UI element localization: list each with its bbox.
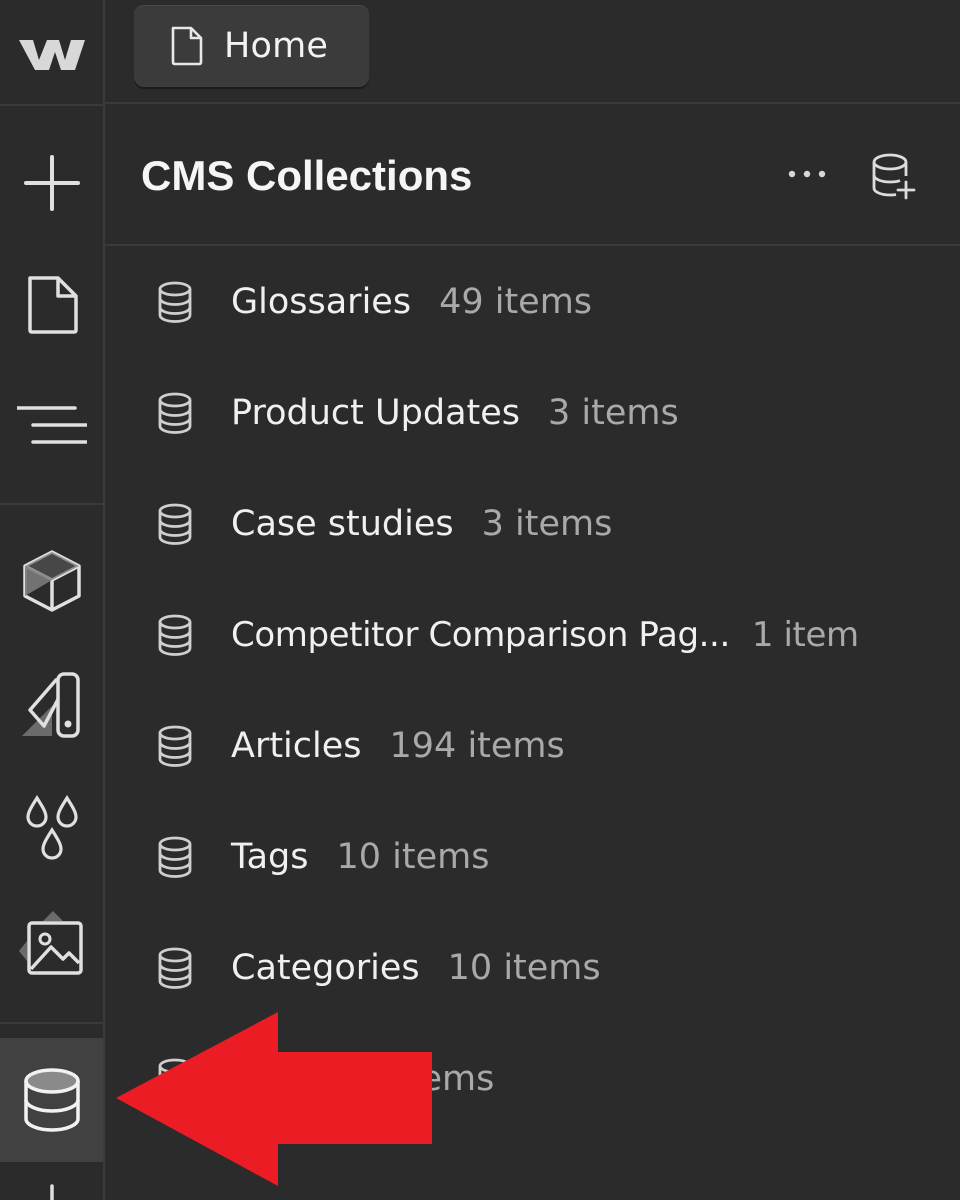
collection-item[interactable]: Glossaries 49 items [105, 246, 960, 357]
rail-divider [0, 104, 103, 106]
components-icon [22, 550, 81, 612]
top-bar: Home [105, 0, 960, 104]
more-options-button[interactable] [781, 154, 833, 194]
ellipsis-icon [788, 170, 826, 178]
collection-name: Competitor Comparison Pag... [231, 614, 730, 655]
webflow-logo-icon [18, 40, 85, 70]
collection-name: Articles [231, 725, 362, 766]
collection-count: 10 items [447, 947, 601, 988]
style-guide-icon [21, 672, 80, 738]
collection-name: Product Updates [231, 392, 521, 433]
database-icon [158, 503, 192, 545]
collection-item[interactable]: Categories 10 items [105, 912, 960, 1023]
page-tab-label: Home [224, 26, 329, 66]
collection-name: Tags [231, 836, 309, 877]
collection-count: 3 items [548, 392, 679, 433]
database-icon [158, 392, 192, 434]
database-add-icon [872, 153, 916, 200]
collection-item[interactable]: items [105, 1023, 960, 1134]
collection-name: Case studies [231, 503, 454, 544]
cms-button[interactable] [0, 1038, 103, 1162]
components-button[interactable] [0, 526, 103, 636]
database-icon [158, 614, 192, 656]
assets-icon [18, 911, 83, 975]
pages-button[interactable] [0, 250, 103, 360]
database-icon [158, 836, 192, 878]
collection-item[interactable]: Case studies 3 items [105, 468, 960, 579]
collection-item[interactable]: Product Updates 3 items [105, 357, 960, 468]
add-elements-button[interactable] [0, 128, 103, 238]
webflow-designer: Home CMS Collections Glossaries 49 items… [0, 0, 960, 1200]
collection-count: 49 items [439, 281, 593, 322]
cms-panel-header: CMS Collections [105, 104, 960, 246]
database-icon [158, 725, 192, 767]
collection-count: 10 items [336, 836, 490, 877]
collection-count: 194 items [389, 725, 565, 766]
collection-item[interactable]: Tags 10 items [105, 801, 960, 912]
navigator-icon [16, 406, 87, 444]
add-collection-button[interactable] [865, 148, 921, 204]
plus-icon [49, 1184, 54, 1200]
style-guide-button[interactable] [0, 650, 103, 760]
page-icon [27, 276, 78, 334]
collection-count: 1 item [751, 614, 859, 655]
page-icon [171, 26, 203, 66]
database-icon [158, 1058, 192, 1100]
rail-divider [0, 1022, 103, 1024]
add-button-bottom[interactable] [0, 1168, 103, 1200]
navigator-button[interactable] [0, 372, 103, 482]
rail-divider [0, 503, 103, 505]
page-tab-home[interactable]: Home [134, 5, 369, 87]
collection-item[interactable]: Competitor Comparison Pag... 1 item [105, 579, 960, 690]
webflow-logo[interactable] [0, 0, 103, 104]
variables-button[interactable] [0, 772, 103, 882]
collection-name: Glossaries [231, 281, 412, 322]
collection-count: items [397, 1058, 495, 1099]
collection-item[interactable]: Articles 194 items [105, 690, 960, 801]
plus-icon [23, 155, 80, 211]
database-icon [158, 281, 192, 323]
variables-icon [25, 794, 78, 860]
left-toolbar [0, 0, 105, 1200]
assets-button[interactable] [0, 888, 103, 998]
collection-count: 3 items [481, 503, 613, 544]
collection-name: Categories [231, 947, 420, 988]
cms-database-icon [23, 1068, 80, 1132]
panel-title: CMS Collections [141, 152, 473, 199]
database-icon [158, 947, 192, 989]
